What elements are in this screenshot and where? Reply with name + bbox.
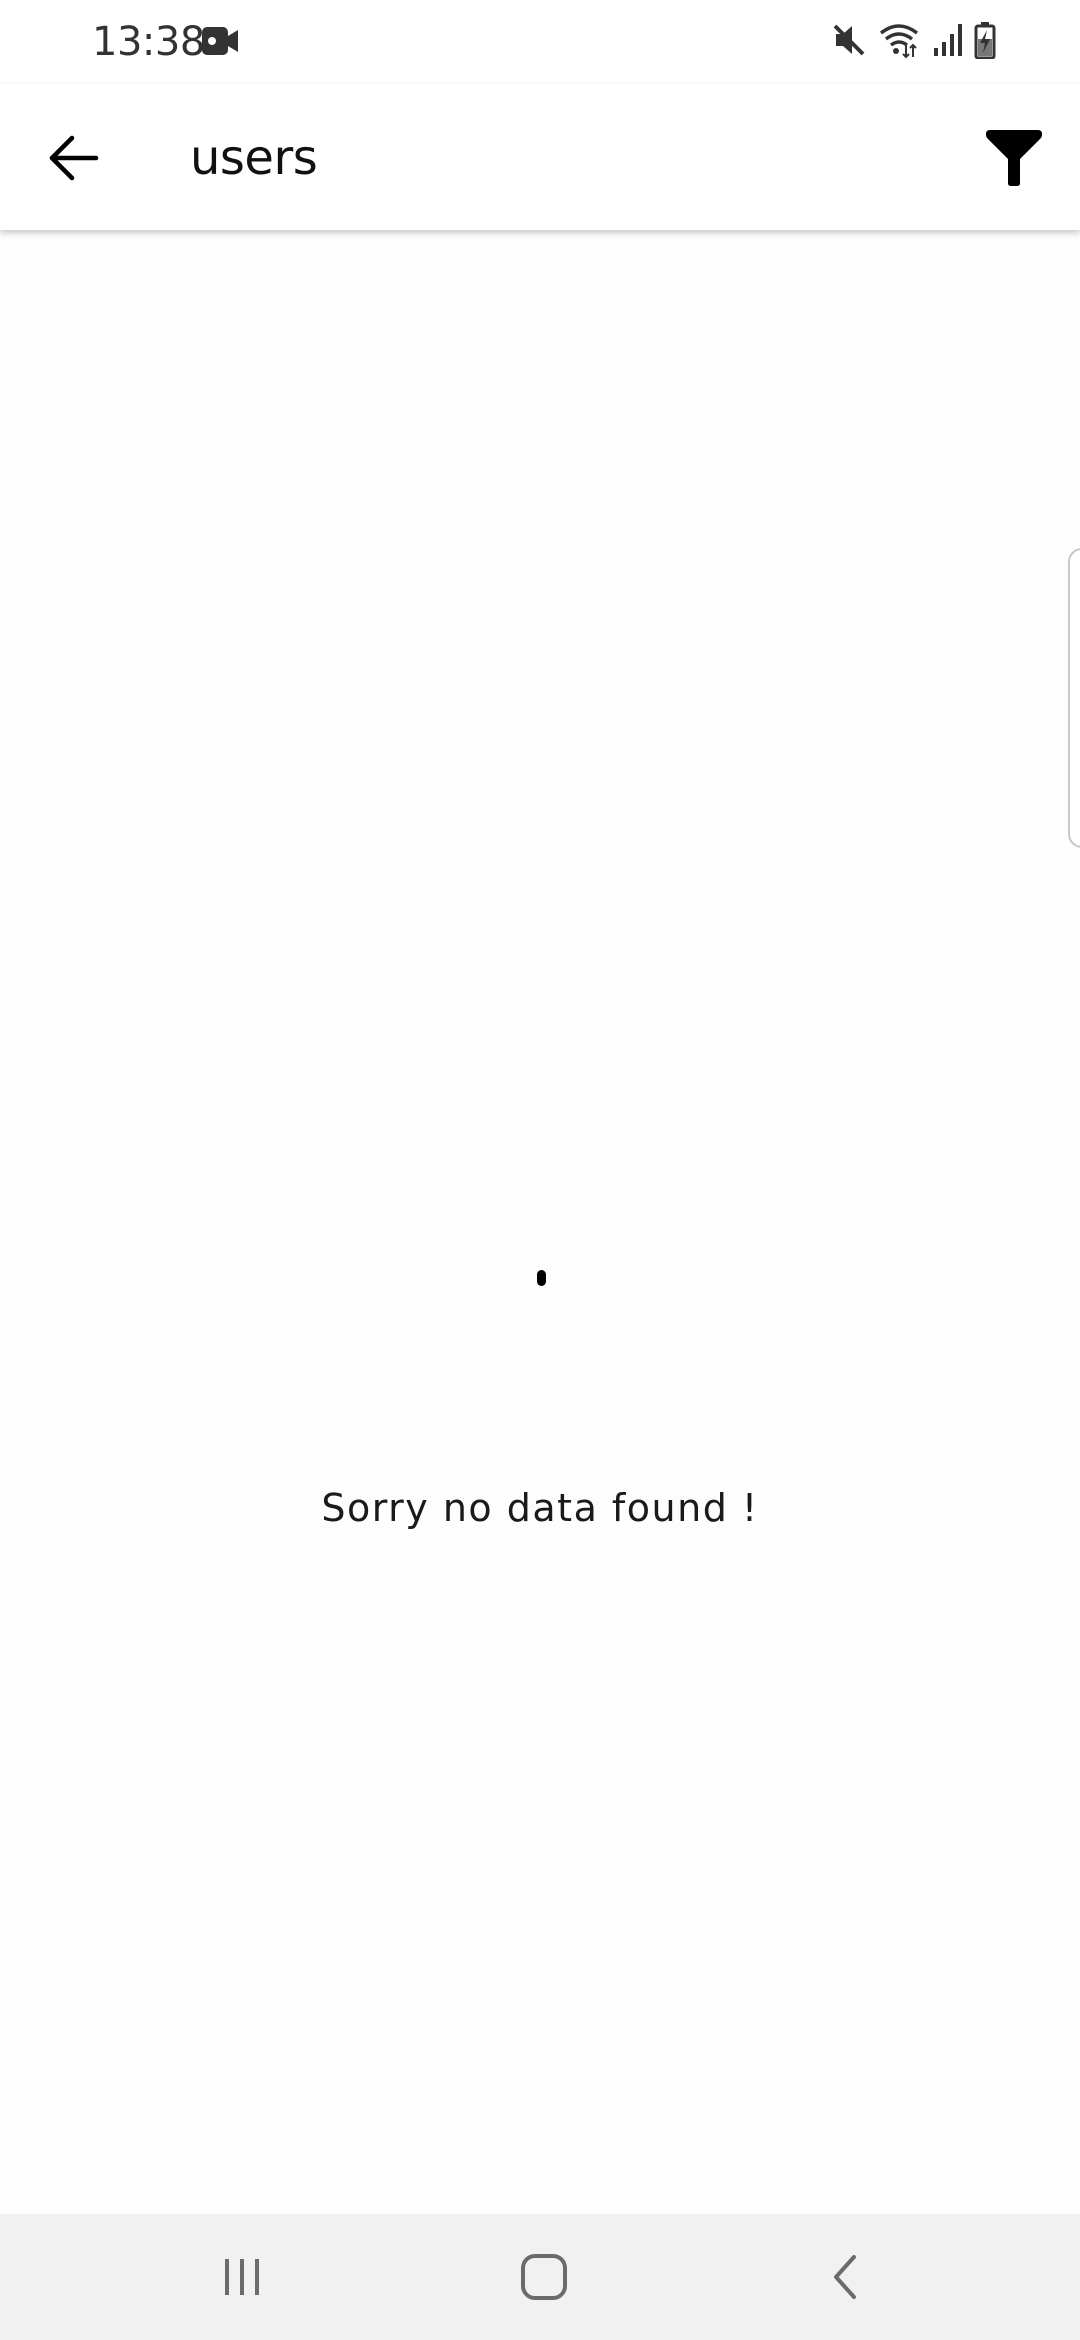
filter-icon [986,130,1042,186]
recent-apps-button[interactable] [212,2247,272,2307]
empty-state-message: Sorry no data found ! [321,1486,759,1530]
loading-indicator [537,1270,546,1286]
mute-icon [832,22,866,63]
status-time: 13:38 [92,19,205,65]
navigation-bar [0,2214,1080,2340]
page-title: users [190,130,318,186]
nav-back-button[interactable] [816,2247,876,2307]
app-bar: users [0,84,1080,230]
battery-charging-icon [974,21,996,64]
back-button[interactable] [42,126,106,190]
recent-apps-icon [225,2259,259,2295]
edge-panel-handle[interactable] [1068,548,1080,848]
video-camera-icon [200,24,240,58]
signal-icon [932,22,962,63]
main-content: Sorry no data found ! [0,230,1080,2214]
home-button[interactable] [514,2247,574,2307]
wifi-icon [878,21,920,64]
arrow-left-icon [49,135,99,181]
back-chevron-icon [834,2255,856,2299]
filter-button[interactable] [982,126,1046,190]
status-bar: 13:38 [0,0,1080,84]
home-icon [521,2254,567,2300]
status-icons [832,20,996,64]
